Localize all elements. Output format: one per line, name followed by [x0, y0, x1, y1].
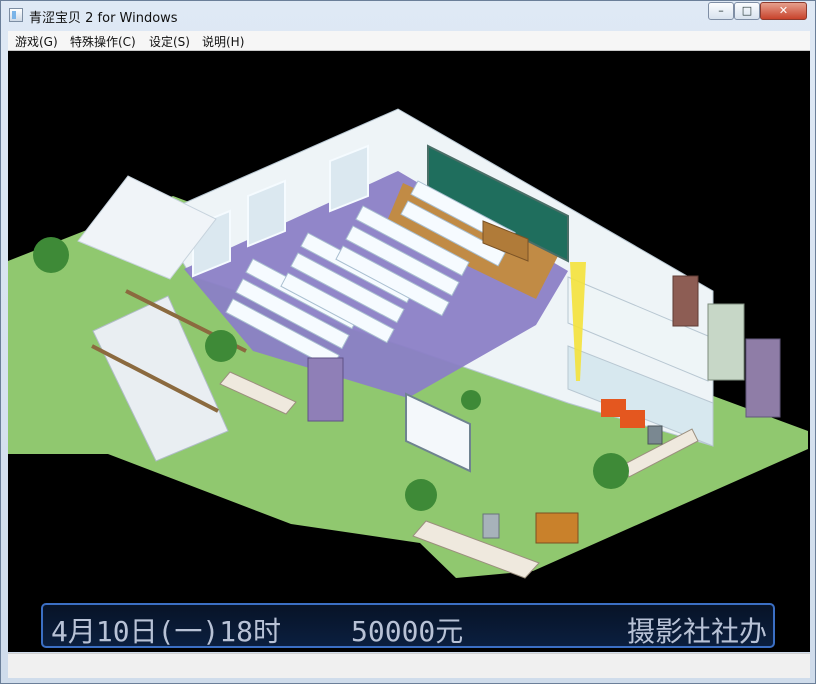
status-panel: 4月10日(一)18时 50000元 摄影社社办	[41, 603, 775, 648]
menu-settings[interactable]: 设定(S)	[149, 33, 190, 50]
menu-special-actions[interactable]: 特殊操作(C)	[70, 33, 136, 50]
school-map-illustration[interactable]	[8, 51, 810, 652]
club-door	[672, 275, 699, 327]
game-viewport[interactable]: 4月10日(一)18时 50000元 摄影社社办	[8, 51, 810, 652]
maximize-button[interactable]: □	[734, 2, 760, 20]
bookshelf	[707, 303, 745, 381]
close-button[interactable]: ✕	[760, 2, 807, 20]
menu-bar: 游戏(G) 特殊操作(C) 设定(S) 说明(H)	[8, 31, 810, 51]
window-title: 青涩宝贝 2 for Windows	[29, 11, 178, 26]
status-money: 50000元	[351, 615, 464, 648]
menu-game[interactable]: 游戏(G)	[15, 33, 58, 50]
status-location: 摄影社社办	[626, 615, 767, 648]
minimize-button[interactable]: –	[708, 2, 734, 20]
app-icon[interactable]	[9, 8, 23, 22]
menu-help[interactable]: 说明(H)	[202, 33, 244, 50]
status-bar	[8, 653, 810, 678]
title-bar[interactable]: 青涩宝贝 2 for Windows – □ ✕	[1, 1, 815, 31]
game-window: 青涩宝贝 2 for Windows – □ ✕ 游戏(G) 特殊操作(C) 设…	[0, 0, 816, 684]
classroom-door	[307, 357, 344, 422]
status-date: 4月10日(一)18时	[51, 615, 282, 648]
lockers	[745, 338, 781, 418]
